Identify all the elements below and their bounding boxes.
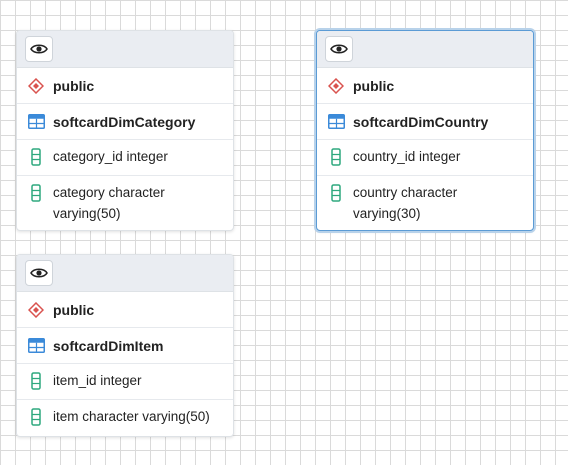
- table-node-softcarddimitem[interactable]: public softcardDimItem item_id integer i…: [16, 254, 234, 437]
- column-label: item character varying(50): [53, 409, 210, 424]
- table-label: softcardDimItem: [53, 337, 164, 354]
- column-icon: [27, 184, 45, 202]
- table-row[interactable]: softcardDimItem: [17, 328, 233, 364]
- table-node-softcarddimcountry[interactable]: public softcardDimCountry country_id int…: [316, 30, 534, 231]
- table-node-softcarddimcategory[interactable]: public softcardDimCategory category_id i…: [16, 30, 234, 231]
- column-icon: [27, 408, 45, 426]
- schema-icon: [27, 77, 45, 95]
- column-row[interactable]: item character varying(50): [17, 400, 233, 436]
- schema-label: public: [53, 77, 95, 94]
- table-row[interactable]: softcardDimCategory: [17, 104, 233, 140]
- column-row[interactable]: category_id integer: [17, 140, 233, 176]
- schema-icon: [327, 77, 345, 95]
- table-row[interactable]: softcardDimCountry: [317, 104, 533, 140]
- column-icon: [27, 148, 45, 166]
- toggle-details-button[interactable]: [325, 36, 353, 62]
- column-label: item_id integer: [53, 373, 142, 388]
- eye-icon: [30, 268, 48, 278]
- column-row[interactable]: category character varying(50): [17, 176, 233, 230]
- schema-row[interactable]: public: [17, 68, 233, 104]
- column-icon: [327, 184, 345, 202]
- table-icon: [27, 113, 45, 131]
- schema-row[interactable]: public: [17, 292, 233, 328]
- eye-icon: [30, 44, 48, 54]
- column-row[interactable]: country_id integer: [317, 140, 533, 176]
- column-label: country character varying(30): [353, 185, 458, 221]
- toggle-details-button[interactable]: [25, 36, 53, 62]
- toggle-details-button[interactable]: [25, 260, 53, 286]
- schema-label: public: [353, 77, 395, 94]
- table-icon: [27, 337, 45, 355]
- schema-icon: [27, 301, 45, 319]
- node-header: [17, 31, 233, 68]
- column-icon: [327, 148, 345, 166]
- column-row[interactable]: country character varying(30): [317, 176, 533, 230]
- eye-icon: [330, 44, 348, 54]
- table-label: softcardDimCategory: [53, 113, 196, 130]
- node-header: [317, 31, 533, 68]
- schema-label: public: [53, 301, 95, 318]
- column-row[interactable]: item_id integer: [17, 364, 233, 400]
- table-icon: [327, 113, 345, 131]
- column-label: category character varying(50): [53, 185, 165, 221]
- column-label: country_id integer: [353, 149, 461, 164]
- table-label: softcardDimCountry: [353, 113, 489, 130]
- node-header: [17, 255, 233, 292]
- schema-row[interactable]: public: [317, 68, 533, 104]
- column-icon: [27, 372, 45, 390]
- column-label: category_id integer: [53, 149, 168, 164]
